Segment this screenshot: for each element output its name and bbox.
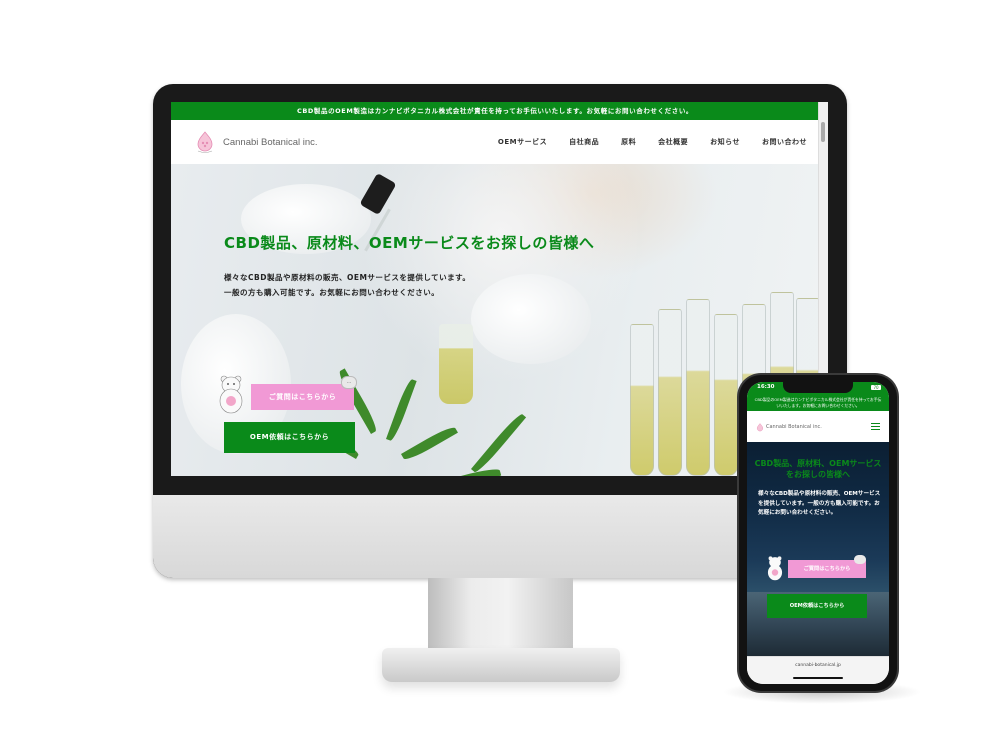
phone-logo-text[interactable]: Cannabi Botanical inc. — [766, 424, 822, 430]
test-tube — [630, 324, 654, 476]
announcement-bar: CBD製品のOEM製造はカンナビボタニカル株式会社が責任を持ってお手伝いいたしま… — [171, 102, 819, 120]
logo-icon[interactable] — [756, 423, 764, 432]
bear-mascot-icon — [219, 375, 243, 414]
cannabis-leaf — [431, 465, 502, 476]
logo-text[interactable]: Cannabi Botanical inc. — [223, 137, 318, 148]
hero-description: 様々なCBD製品や原材料の販売、OEMサービスを提供しています。 一般の方も購入… — [224, 270, 470, 300]
test-tube — [714, 314, 738, 476]
speech-bubble-icon: … — [341, 376, 357, 389]
site-header: Cannabi Botanical inc. OEMサービス 自社商品 原料 会… — [171, 120, 819, 164]
cannabis-leaf — [401, 424, 458, 463]
phone-hero: CBD製品、原材料、OEMサービスをお探しの皆様へ 様々なCBD製品や原材料の販… — [747, 442, 889, 656]
hero-desc-line: 様々なCBD製品や原材料の販売、OEMサービスを提供しています。 — [224, 273, 471, 282]
oem-request-button[interactable]: OEM依頼はこちらから — [224, 422, 355, 453]
cannabis-leaf — [386, 377, 417, 443]
question-button[interactable]: ご質問はこちらから — [251, 384, 354, 410]
hero-desc-line: 一般の方も購入可能です。お気軽にお問い合わせください。 — [224, 288, 440, 297]
main-nav: OEMサービス 自社商品 原料 会社概要 お知らせ お問い合わせ — [498, 137, 807, 147]
cbd-vial — [439, 324, 473, 404]
logo-icon[interactable] — [195, 131, 215, 153]
phone-notch — [783, 382, 853, 393]
nav-item-oem-service[interactable]: OEMサービス — [498, 137, 547, 147]
cannabis-leaf — [471, 411, 527, 475]
home-indicator[interactable] — [793, 677, 843, 679]
phone-screen: 16:30 70 CBD製品のOEM製造はカンナビボタニカル株式会社が責任を持っ… — [747, 382, 889, 684]
speech-bubble-icon — [854, 555, 866, 564]
phone-question-button[interactable]: ご質問はこちらから — [788, 560, 866, 578]
phone-hero-description: 様々なCBD製品や原材料の販売、OEMサービスを提供しています。一般の方も購入可… — [758, 491, 881, 516]
phone-header: Cannabi Botanical inc. — [747, 411, 889, 443]
imac-stand — [428, 578, 573, 650]
phone-url-bar[interactable]: cannabi-botanical.jp — [747, 656, 889, 684]
nav-item-company[interactable]: 会社概要 — [658, 137, 688, 147]
phone-clock: 16:30 — [757, 384, 775, 390]
nav-item-own-products[interactable]: 自社商品 — [569, 137, 599, 147]
nav-item-contact[interactable]: お問い合わせ — [762, 137, 807, 147]
phone-oem-request-button[interactable]: OEM依頼はこちらから — [767, 594, 867, 618]
bear-mascot-icon — [767, 556, 783, 581]
phone-url-text: cannabi-botanical.jp — [795, 663, 841, 668]
battery-icon: 70 — [871, 385, 881, 390]
test-tube — [658, 309, 682, 476]
phone-announcement-bar: CBD製品のOEM製造はカンナビボタニカル株式会社が責任を持ってお手伝いいたしま… — [747, 394, 889, 411]
nav-item-news[interactable]: お知らせ — [710, 137, 740, 147]
imac-stand-base — [382, 648, 620, 682]
hamburger-menu-icon[interactable] — [871, 423, 880, 431]
desktop-screen: CBD製品のOEM製造はカンナビボタニカル株式会社が責任を持ってお手伝いいたしま… — [171, 102, 828, 476]
scrollbar-thumb[interactable] — [821, 122, 825, 142]
hero-section: CBD製品、原材料、OEMサービスをお探しの皆様へ 様々なCBD製品や原材料の販… — [171, 164, 819, 476]
phone-hero-title: CBD製品、原材料、OEMサービスをお探しの皆様へ — [754, 459, 882, 479]
nav-item-materials[interactable]: 原料 — [621, 137, 636, 147]
hero-title: CBD製品、原材料、OEMサービスをお探しの皆様へ — [224, 234, 595, 252]
test-tube — [686, 299, 710, 476]
hero-glove-right — [471, 274, 591, 364]
